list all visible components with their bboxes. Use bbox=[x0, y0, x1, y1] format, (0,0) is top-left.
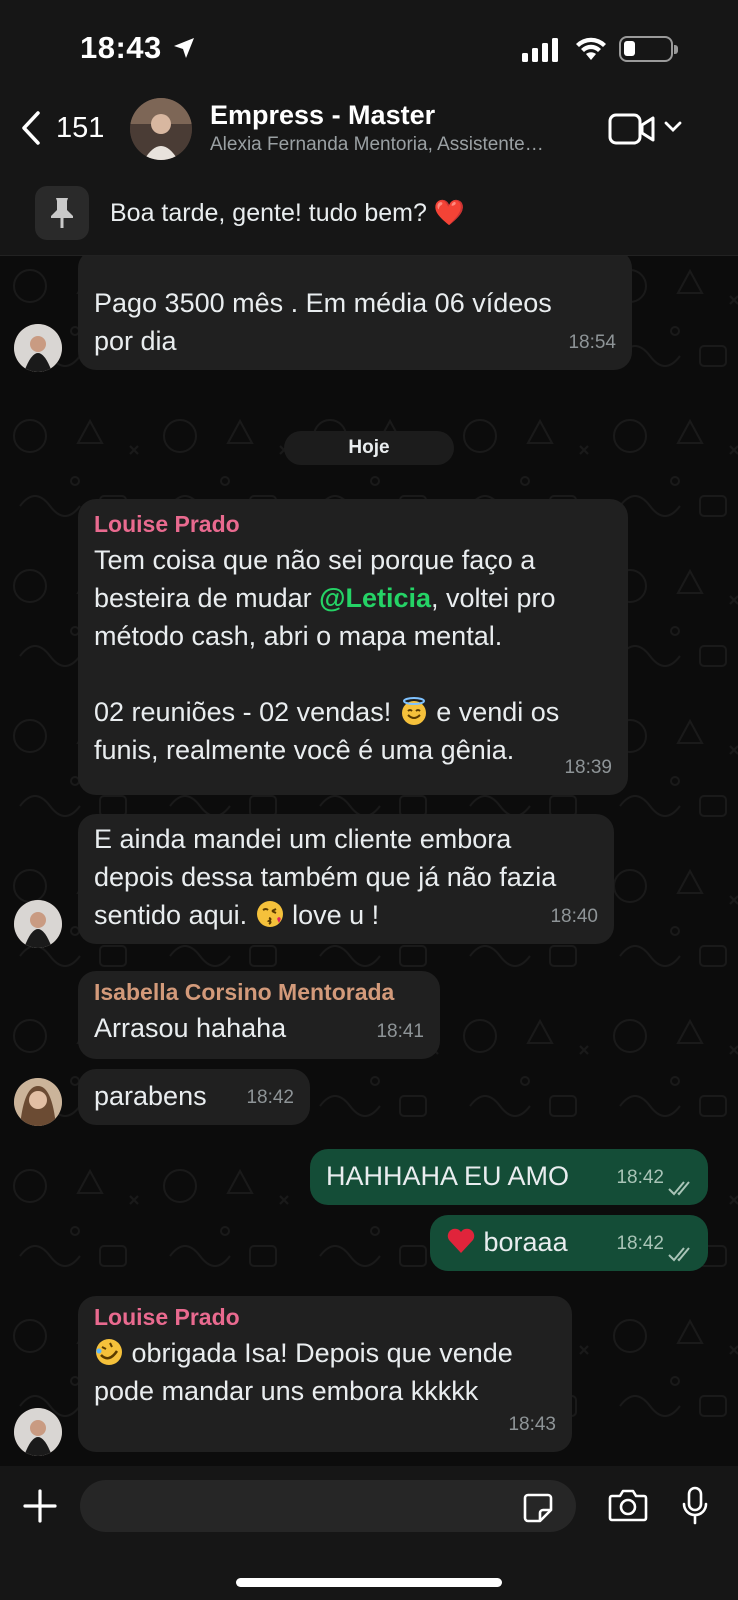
group-members[interactable]: Alexia Fernanda Mentoria, Assistente… bbox=[210, 134, 590, 156]
message-text: Arrasou hahaha bbox=[94, 1013, 287, 1043]
read-receipt-icon bbox=[668, 1181, 690, 1196]
message-text-emoji: obrigada Isa! Depois que vende bbox=[94, 1334, 556, 1372]
message-time: 18:40 bbox=[550, 906, 598, 927]
message-time: 18:42 bbox=[616, 1167, 664, 1188]
video-call-icon[interactable] bbox=[608, 112, 656, 146]
message-bubble-outgoing[interactable]: boraaa 18:42 bbox=[430, 1215, 708, 1271]
avatar[interactable] bbox=[14, 324, 62, 372]
message-time: 18:41 bbox=[376, 1021, 424, 1042]
home-indicator bbox=[236, 1578, 502, 1587]
message-bubble[interactable]: Isabella Corsino Mentorada Arrasou hahah… bbox=[78, 971, 440, 1059]
message-text: Pago 3500 mês . Em média 06 vídeos bbox=[94, 288, 552, 318]
back-button[interactable]: 151 bbox=[18, 110, 104, 146]
kiss-emoji-icon bbox=[255, 899, 285, 929]
message-text-emoji: sentido aqui. love u ! bbox=[94, 896, 598, 934]
message-text-mention: besteira de mudar @Leticia, voltei pro bbox=[94, 579, 612, 617]
message-bubble-outgoing[interactable]: HAHHAHA EU AMO 18:42 bbox=[310, 1149, 708, 1205]
group-title[interactable]: Empress - Master bbox=[210, 100, 435, 131]
status-bar: 18:43 bbox=[0, 0, 738, 90]
message-text: método cash, abri o mapa mental. bbox=[94, 621, 503, 651]
pinned-message-text: Boa tarde, gente! tudo bem? ❤️ bbox=[110, 199, 465, 227]
sticker-icon[interactable] bbox=[522, 1492, 554, 1524]
message-time: 18:54 bbox=[568, 332, 616, 353]
date-separator: Hoje bbox=[284, 431, 454, 465]
chat-header: 151 Empress - Master Alexia Fernanda Men… bbox=[0, 90, 738, 168]
message-input[interactable] bbox=[80, 1480, 576, 1532]
message-time: 18:42 bbox=[616, 1233, 664, 1254]
message-bubble[interactable]: E ainda mandei um cliente embora depois … bbox=[78, 814, 614, 944]
microphone-icon[interactable] bbox=[680, 1486, 710, 1526]
message-text: , voltei pro bbox=[431, 583, 556, 613]
group-avatar[interactable] bbox=[130, 98, 192, 160]
battery-icon bbox=[619, 36, 678, 62]
message-bubble[interactable]: Louise Prado obrigada Isa! Depois que ve… bbox=[78, 1296, 572, 1452]
red-heart-emoji-icon bbox=[446, 1226, 476, 1256]
message-bubble[interactable]: Pago 3500 mês . Em média 06 vídeos por d… bbox=[78, 256, 632, 370]
mention-link[interactable]: @Leticia bbox=[319, 583, 431, 613]
message-text: por dia bbox=[94, 326, 177, 356]
wifi-icon bbox=[576, 37, 606, 60]
message-text: E ainda mandei um cliente embora bbox=[94, 824, 512, 854]
composer-bar bbox=[0, 1466, 738, 1600]
unread-count: 151 bbox=[56, 111, 105, 144]
avatar[interactable] bbox=[14, 1408, 62, 1456]
message-time: 18:39 bbox=[564, 757, 612, 778]
chevron-left-icon bbox=[22, 111, 40, 145]
rolling-laughing-emoji-icon bbox=[94, 1337, 124, 1367]
chevron-down-icon[interactable] bbox=[664, 120, 682, 134]
message-text: funis, realmente você é uma gênia. bbox=[94, 735, 515, 765]
avatar[interactable] bbox=[14, 1078, 62, 1126]
message-text: boraaa bbox=[483, 1227, 568, 1257]
avatar[interactable] bbox=[14, 900, 62, 948]
message-time: 18:42 bbox=[246, 1087, 294, 1108]
message-text: pode mandar uns embora kkkkk bbox=[94, 1376, 479, 1406]
read-receipt-icon bbox=[668, 1247, 690, 1262]
sender-name[interactable]: Louise Prado bbox=[94, 509, 612, 539]
camera-icon[interactable] bbox=[608, 1488, 648, 1522]
plus-icon[interactable] bbox=[22, 1488, 58, 1524]
message-text: depois dessa também que já não fazia bbox=[94, 862, 557, 892]
message-text: besteira de mudar bbox=[94, 583, 320, 613]
halo-smile-emoji-icon bbox=[399, 696, 429, 726]
pinned-message-bar[interactable]: Boa tarde, gente! tudo bem? ❤️ bbox=[0, 168, 738, 256]
pin-icon bbox=[35, 186, 89, 240]
message-text: obrigada Isa! Depois que vende bbox=[124, 1338, 513, 1368]
message-text: 02 reuniões - 02 vendas! bbox=[94, 697, 399, 727]
sender-name[interactable]: Louise Prado bbox=[94, 1302, 556, 1332]
message-text: sentido aqui. bbox=[94, 900, 255, 930]
location-arrow-icon bbox=[174, 38, 194, 58]
message-text-emoji: 02 reuniões - 02 vendas! e vendi os bbox=[94, 693, 612, 731]
message-bubble[interactable]: Louise Prado Tem coisa que não sei porqu… bbox=[78, 499, 628, 795]
sender-name[interactable]: Isabella Corsino Mentorada bbox=[94, 977, 424, 1007]
chat-area[interactable]: Pago 3500 mês . Em média 06 vídeos por d… bbox=[0, 256, 738, 1466]
message-time: 18:43 bbox=[508, 1414, 556, 1435]
message-text: Tem coisa que não sei porque faço a bbox=[94, 545, 536, 575]
message-text: love u ! bbox=[284, 900, 380, 930]
message-bubble[interactable]: parabens 18:42 bbox=[78, 1069, 310, 1125]
status-time: 18:43 bbox=[80, 30, 162, 65]
message-text: e vendi os bbox=[428, 697, 560, 727]
signal-bars-icon bbox=[522, 38, 558, 62]
